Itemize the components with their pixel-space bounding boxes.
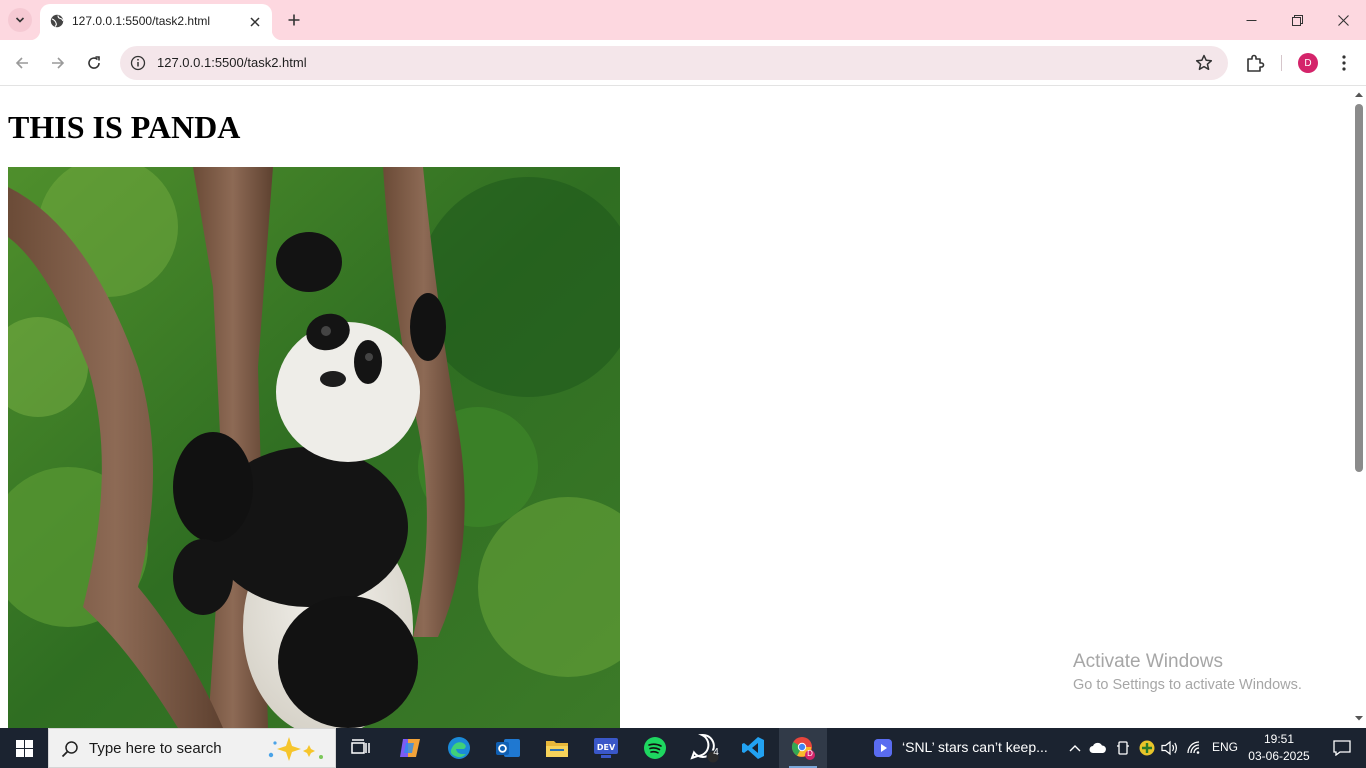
search-highlight-sparkle-icon [268,737,323,761]
panda-illustration [8,167,620,728]
close-icon [1337,14,1349,26]
vscode-icon [742,737,764,759]
news-play-icon [874,739,892,757]
task-view-icon [351,739,370,754]
search-icon [61,741,78,758]
tab-close-button[interactable] [246,13,264,31]
profile-avatar[interactable]: D [1298,53,1318,73]
folder-icon [546,741,568,757]
address-url[interactable]: 127.0.0.1:5500/task2.html [157,55,307,70]
spotify-icon [644,737,666,759]
forward-button[interactable] [44,49,72,77]
activate-windows-watermark: Activate Windows Go to Settings to activ… [1073,651,1302,693]
notifications-button[interactable] [1318,728,1366,768]
address-bar[interactable]: 127.0.0.1:5500/task2.html [120,46,1228,80]
watermark-title: Activate Windows [1073,651,1223,672]
close-window-button[interactable] [1320,0,1366,40]
wifi-icon [1187,741,1200,754]
show-hidden-icons-button[interactable] [1066,738,1084,758]
browser-tab-strip: 127.0.0.1:5500/task2.html [0,0,1366,40]
panda-image [8,167,620,728]
page-title: THIS IS PANDA [8,109,241,145]
edge-browser-button[interactable] [435,728,483,768]
notification-chat-icon [1333,740,1351,756]
windows-taskbar: Type here to search DEV 4 D ‘SNL’ stars … [0,728,1366,768]
speaker-icon [1161,740,1177,756]
clock-date: 03-06-2025 [1248,749,1310,763]
input-language-indicator[interactable]: ENG [1212,740,1238,754]
tab-search-button[interactable] [8,8,32,32]
outlook-icon [496,739,520,757]
minimize-button[interactable] [1228,0,1274,40]
tab-title: 127.0.0.1:5500/task2.html [72,14,211,28]
reload-button[interactable] [80,49,108,77]
app-tray-button[interactable] [1138,738,1156,758]
task-view-button[interactable] [336,728,384,768]
chrome-menu-button[interactable] [1334,51,1354,75]
plus-icon [288,14,300,26]
yellow-app-icon [1139,740,1155,756]
new-tab-button[interactable] [282,8,306,32]
toolbar-separator [1281,55,1282,71]
svg-text:DEV: DEV [597,743,616,752]
meet-now-tray-button[interactable] [1114,738,1132,758]
devhome-button[interactable]: DEV [582,728,630,768]
scrollbar-thumb[interactable] [1355,104,1363,472]
onedrive-tray-button[interactable] [1089,738,1107,758]
vertical-scrollbar[interactable] [1352,87,1366,728]
extensions-puzzle-icon[interactable] [1243,51,1267,75]
dev-home-icon: DEV [594,738,618,758]
scroll-down-arrow-icon[interactable] [1355,714,1363,722]
network-tray-button[interactable] [1186,738,1204,758]
whatsapp-button[interactable]: 4 [680,728,728,768]
site-info-icon[interactable] [130,55,146,71]
restore-icon [1291,14,1303,26]
news-headline: ‘SNL’ stars can’t keep... [902,739,1048,755]
taskbar-clock[interactable]: 19:51 03-06-2025 [1244,731,1314,765]
arrow-right-icon [52,57,65,69]
outlook-button[interactable] [484,728,532,768]
chevron-down-icon [15,17,25,23]
kebab-menu-icon [1342,55,1346,71]
copilot-icon [400,739,420,757]
start-button[interactable] [0,728,48,768]
minimize-icon [1246,19,1256,21]
search-placeholder: Type here to search [89,740,222,757]
restore-button[interactable] [1274,0,1320,40]
taskbar-search-box[interactable]: Type here to search [48,728,336,768]
chevron-up-icon [1069,745,1081,752]
spotify-button[interactable] [631,728,679,768]
cloud-icon [1089,742,1106,753]
chrome-profile-badge: D [807,749,813,758]
clock-time: 19:51 [1263,732,1295,746]
edge-icon [448,737,470,759]
whatsapp-notification-badge: 4 [713,747,719,758]
back-button[interactable] [8,49,36,77]
arrow-left-icon [15,57,28,69]
browser-toolbar: 127.0.0.1:5500/task2.html D [0,40,1366,86]
device-icon [1117,741,1129,755]
browser-tab-active[interactable]: 127.0.0.1:5500/task2.html [30,4,282,40]
page-viewport: THIS IS PANDA Activate Windows Go to Set… [0,87,1366,728]
reload-icon [88,56,100,69]
volume-tray-button[interactable] [1161,738,1179,758]
file-explorer-button[interactable] [533,728,581,768]
close-icon [250,17,260,27]
windows-logo-icon [15,739,33,757]
globe-icon [50,14,64,28]
chrome-button[interactable]: D [779,728,827,768]
vscode-button[interactable] [729,728,777,768]
news-widget[interactable]: ‘SNL’ stars can’t keep... [866,728,1056,768]
bookmark-star-icon[interactable] [1194,53,1214,73]
scroll-up-arrow-icon[interactable] [1355,91,1363,99]
copilot-button[interactable] [386,728,434,768]
watermark-subtitle: Go to Settings to activate Windows. [1073,677,1302,693]
